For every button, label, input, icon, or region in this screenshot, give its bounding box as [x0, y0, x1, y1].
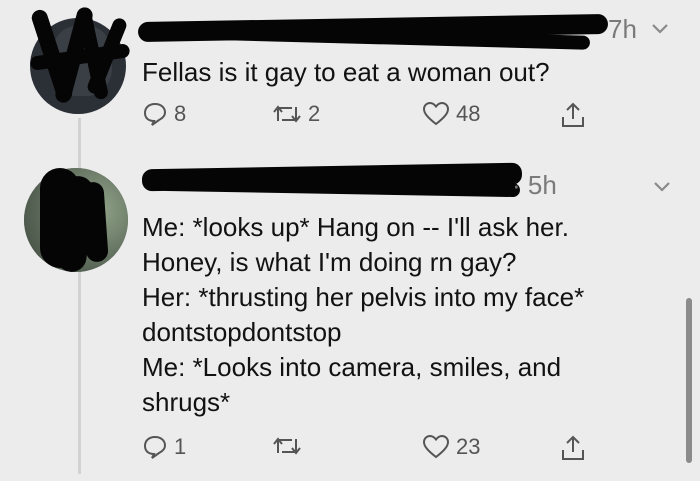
tweet-time[interactable]: · 5h — [512, 170, 557, 201]
like-button[interactable]: 48 — [422, 101, 480, 127]
scrollbar[interactable] — [686, 298, 692, 463]
thread-connector — [78, 262, 81, 474]
chevron-down-icon[interactable] — [650, 22, 670, 36]
share-icon — [562, 435, 584, 460]
share-icon — [562, 102, 584, 127]
like-count: 23 — [456, 434, 481, 459]
like-count: 48 — [456, 101, 481, 126]
thread-connector — [78, 118, 81, 172]
reply-icon — [143, 102, 167, 126]
retweet-count: 2 — [308, 101, 321, 126]
like-icon — [422, 101, 450, 126]
tweet-text: Me: *looks up* Hang on -- I'll ask her. … — [142, 212, 585, 417]
reply-count: 8 — [174, 101, 187, 126]
retweet-icon — [273, 105, 301, 123]
tweet-text: Fellas is it gay to eat a woman out? — [142, 57, 550, 87]
share-button[interactable] — [560, 101, 586, 129]
tweet-actions: 1 23 — [142, 434, 622, 468]
tweet-actions: 8 2 48 — [142, 101, 622, 135]
chevron-down-icon[interactable] — [652, 180, 672, 194]
reply-icon — [143, 435, 167, 459]
like-button[interactable]: 23 — [422, 434, 480, 460]
reply-button[interactable]: 8 — [142, 101, 186, 127]
reply-count: 1 — [174, 434, 187, 459]
tweet-time[interactable]: 7h — [608, 14, 637, 45]
retweet-button[interactable] — [272, 434, 308, 458]
share-button[interactable] — [560, 434, 586, 462]
retweet-button[interactable]: 2 — [272, 101, 320, 127]
retweet-icon — [273, 437, 301, 455]
like-icon — [422, 434, 450, 459]
reply-button[interactable]: 1 — [142, 434, 186, 460]
